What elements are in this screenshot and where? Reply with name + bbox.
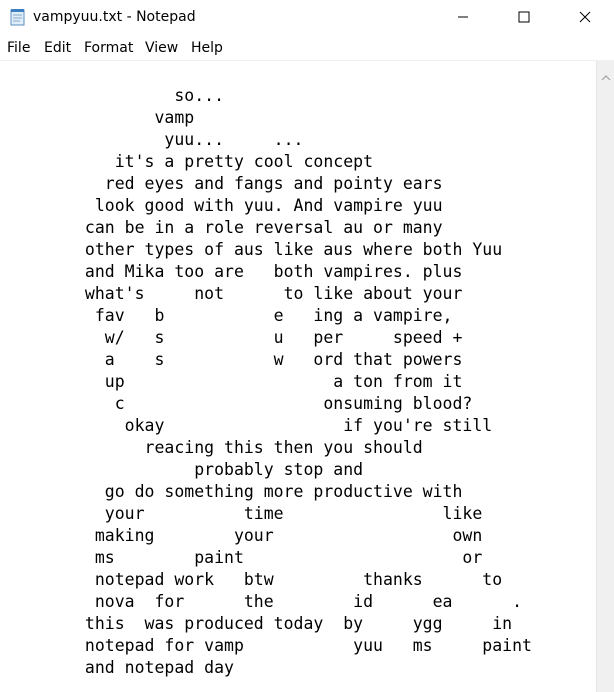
- menu-format[interactable]: Format: [84, 40, 133, 56]
- menu-bar: File Edit Format View Help: [0, 36, 614, 60]
- notepad-window: vampyuu.txt - Notepad File Edit Format V…: [0, 0, 614, 692]
- minimize-button[interactable]: [440, 0, 486, 34]
- maximize-button[interactable]: [501, 0, 547, 34]
- vertical-scrollbar[interactable]: [596, 61, 614, 692]
- window-title: vampyuu.txt - Notepad: [33, 9, 196, 25]
- title-bar[interactable]: vampyuu.txt - Notepad: [0, 0, 614, 36]
- menu-edit[interactable]: Edit: [44, 40, 71, 56]
- notepad-icon: [9, 8, 27, 26]
- text-editor[interactable]: so... vamp yuu... ... it's a pretty cool…: [0, 61, 596, 692]
- close-icon: [579, 11, 591, 23]
- menu-view[interactable]: View: [145, 40, 178, 56]
- maximize-icon: [518, 11, 530, 23]
- menu-help[interactable]: Help: [191, 40, 223, 56]
- close-button[interactable]: [562, 0, 608, 34]
- menu-file[interactable]: File: [7, 40, 30, 56]
- minimize-icon: [457, 11, 469, 23]
- editor-content[interactable]: so... vamp yuu... ... it's a pretty cool…: [75, 85, 532, 679]
- scroll-up-arrow-icon[interactable]: [601, 67, 611, 81]
